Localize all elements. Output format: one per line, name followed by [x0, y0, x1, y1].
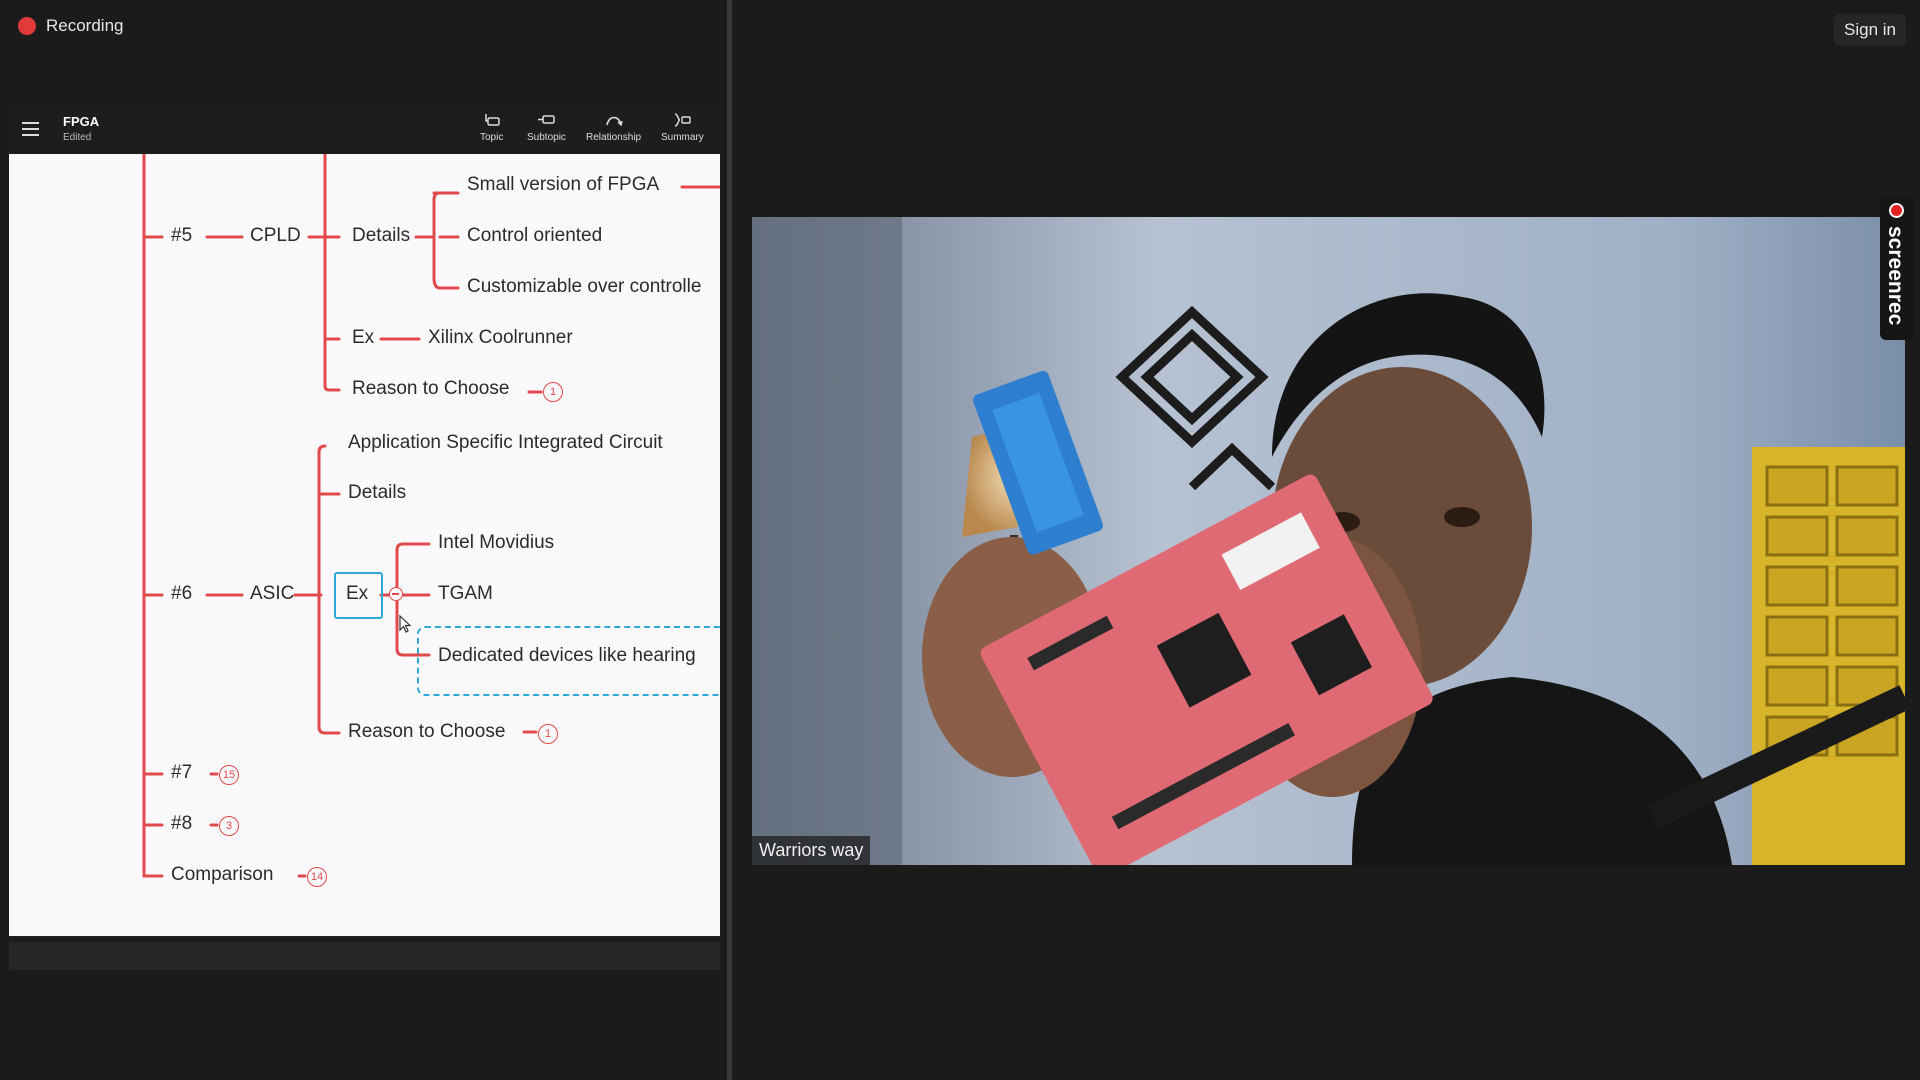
collapsed-count-badge[interactable]: 1	[538, 724, 558, 744]
node-cpld-ex[interactable]: Ex	[352, 327, 374, 349]
node-comparison[interactable]: Comparison	[171, 864, 273, 886]
document-title: FPGA	[63, 114, 100, 129]
participant-name-label: Warriors way	[752, 836, 871, 865]
split-divider[interactable]	[727, 0, 732, 1080]
relationship-icon	[605, 112, 623, 128]
node-cpld-detail-3[interactable]: Customizable over controlle	[467, 276, 701, 298]
node-8[interactable]: #8	[171, 813, 192, 835]
app-toolbar: FPGA Edited Topic Subtopic Relationship …	[9, 108, 720, 154]
node-asic-number[interactable]: #6	[171, 583, 192, 605]
node-cpld-detail-1[interactable]: Small version of FPGA	[467, 174, 659, 196]
menu-icon[interactable]	[22, 122, 39, 136]
summary-button[interactable]: Summary	[661, 112, 704, 143]
summary-label: Summary	[661, 132, 704, 143]
node-asic-reason[interactable]: Reason to Choose	[348, 721, 505, 743]
relationship-button[interactable]: Relationship	[586, 112, 641, 143]
node-cpld-ex-item[interactable]: Xilinx Coolrunner	[428, 327, 573, 349]
node-asic-ex[interactable]: Ex	[346, 583, 368, 605]
collapsed-count-badge[interactable]: 1	[543, 382, 563, 402]
subtopic-button[interactable]: Subtopic	[527, 112, 566, 143]
webcam-video	[752, 217, 1905, 865]
mindmap-canvas[interactable]: #5 CPLD Details Small version of FPGA Co…	[9, 154, 720, 936]
collapsed-count-badge[interactable]: 14	[307, 867, 327, 887]
node-cpld[interactable]: CPLD	[250, 225, 301, 247]
collapse-branch-icon[interactable]	[389, 587, 403, 601]
collapsed-count-badge[interactable]: 3	[219, 816, 239, 836]
sign-in-button[interactable]: Sign in	[1834, 14, 1906, 46]
node-cpld-reason[interactable]: Reason to Choose	[352, 378, 509, 400]
summary-icon	[673, 112, 692, 128]
record-dot-icon	[18, 17, 36, 35]
screenrec-record-icon[interactable]	[1889, 203, 1904, 218]
node-cpld-detail-2[interactable]: Control oriented	[467, 225, 602, 247]
node-cpld-details[interactable]: Details	[352, 225, 410, 247]
document-status: Edited	[63, 132, 92, 143]
screenrec-brand-label: screenrec	[1884, 226, 1907, 326]
screenrec-widget[interactable]: screenrec	[1880, 198, 1914, 340]
recording-label: Recording	[46, 16, 124, 35]
relationship-label: Relationship	[586, 132, 642, 143]
collapsed-count-badge[interactable]: 15	[219, 765, 239, 785]
node-cpld-number[interactable]: #5	[171, 225, 192, 247]
subtopic-icon	[537, 112, 556, 128]
topic-label: Topic	[480, 132, 504, 143]
app-status-bar	[9, 942, 720, 970]
recording-indicator: Recording	[18, 16, 124, 36]
mouse-cursor-icon	[399, 614, 412, 633]
node-7[interactable]: #7	[171, 762, 192, 784]
node-asic-ex-item-2[interactable]: TGAM	[438, 583, 493, 605]
webcam-frame-image	[752, 217, 1905, 865]
node-asic[interactable]: ASIC	[250, 583, 294, 605]
mindmap-branches	[142, 154, 720, 878]
subtopic-label: Subtopic	[527, 132, 566, 143]
topic-button[interactable]: Topic	[480, 112, 503, 143]
node-asic-fullname[interactable]: Application Specific Integrated Circuit	[348, 432, 663, 454]
node-asic-details[interactable]: Details	[348, 482, 406, 504]
node-asic-ex-item-1[interactable]: Intel Movidius	[438, 532, 554, 554]
node-asic-ex-item-3[interactable]: Dedicated devices like hearing	[438, 645, 696, 667]
mindmap-app-window: FPGA Edited Topic Subtopic Relationship …	[9, 108, 720, 970]
topic-icon	[483, 112, 501, 128]
